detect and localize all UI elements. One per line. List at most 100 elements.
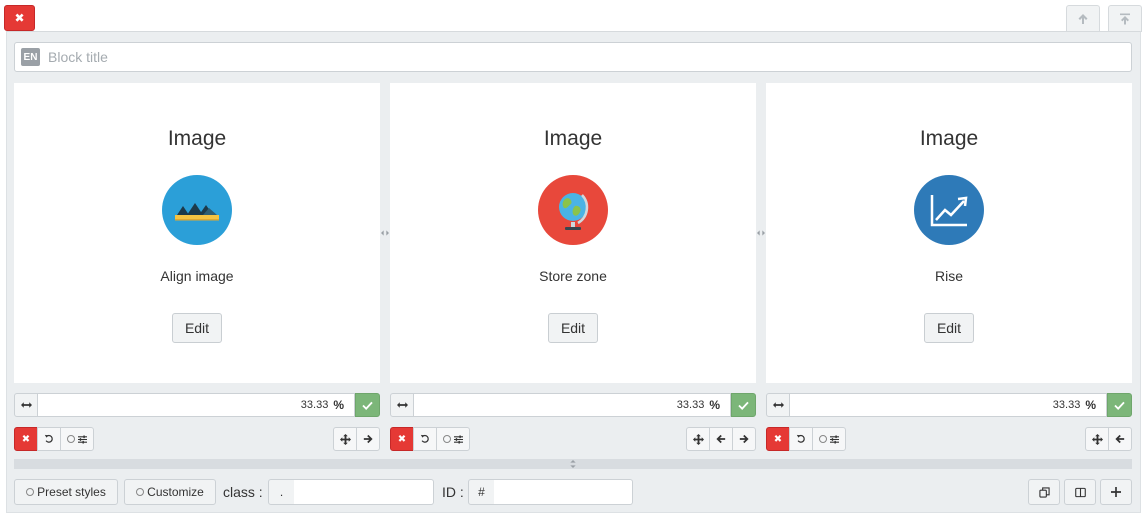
radio-icon — [443, 435, 451, 443]
radio-icon — [136, 488, 145, 496]
width-value: 33.33 — [1052, 399, 1081, 411]
radio-icon — [67, 435, 75, 443]
edit-button[interactable]: Edit — [924, 313, 974, 343]
column-actions-right — [686, 427, 756, 451]
move-arrows-icon — [1091, 433, 1103, 445]
radio-icon — [26, 488, 35, 496]
reset-column-button[interactable] — [413, 427, 437, 451]
edit-button[interactable]: Edit — [548, 313, 598, 343]
columns-icon — [1074, 487, 1086, 497]
column-title: Image — [919, 127, 979, 150]
column-3: Image Rise Edit — [766, 83, 1132, 383]
move-column-left-button[interactable] — [709, 427, 733, 451]
block-title-input[interactable] — [48, 49, 1048, 65]
row-resize-bar[interactable] — [14, 459, 1132, 469]
column-actions-right — [333, 427, 380, 451]
column-resize-handle[interactable] — [756, 228, 765, 238]
column-width-control: 33.33 % — [390, 393, 756, 417]
apply-width-button[interactable] — [355, 393, 380, 417]
arrow-to-top-icon — [1120, 13, 1130, 25]
columns-layout-button[interactable] — [1064, 479, 1096, 505]
delete-column-button[interactable]: ✖ — [766, 427, 790, 451]
move-column-button[interactable] — [333, 427, 357, 451]
sliders-icon — [78, 434, 87, 444]
column-label: Rise — [934, 268, 963, 284]
column-label: Align image — [160, 268, 234, 284]
arrow-right-icon — [739, 434, 749, 444]
undo-icon — [796, 434, 805, 443]
column-style-button[interactable] — [436, 427, 470, 451]
close-icon: ✖ — [21, 433, 31, 445]
width-handle[interactable] — [766, 393, 790, 417]
resize-arrows-icon — [756, 230, 765, 236]
add-column-button[interactable] — [1100, 479, 1132, 505]
column-actions-left: ✖ — [14, 427, 94, 451]
horizontal-resize-icon — [772, 402, 784, 408]
plus-icon — [1111, 487, 1121, 497]
column-width-input[interactable]: 33.33 % — [414, 393, 731, 417]
move-column-button[interactable] — [1085, 427, 1109, 451]
column-title: Image — [543, 127, 603, 150]
customize-label: Customize — [147, 485, 204, 499]
column-width-control: 33.33 % — [14, 393, 380, 417]
move-arrows-icon — [339, 433, 351, 445]
block-settings-bar: Preset styles Customize class : . ID : # — [14, 479, 1132, 505]
horizontal-resize-icon — [20, 402, 32, 408]
remove-block-button[interactable]: ✖ — [4, 5, 35, 31]
customize-button[interactable]: Customize — [124, 479, 216, 505]
apply-width-button[interactable] — [1107, 393, 1132, 417]
undo-icon — [44, 434, 53, 443]
width-value: 33.33 — [676, 399, 705, 411]
column-width-input[interactable]: 33.33 % — [790, 393, 1107, 417]
column-width-control: 33.33 % — [766, 393, 1132, 417]
apply-width-button[interactable] — [731, 393, 756, 417]
sliders-icon — [454, 434, 463, 444]
move-up-button[interactable] — [1066, 5, 1100, 32]
reset-column-button[interactable] — [789, 427, 813, 451]
column-controls: ✖ — [766, 427, 1132, 451]
column-actions-left: ✖ — [390, 427, 470, 451]
id-prefix: # — [468, 479, 495, 505]
move-column-right-button[interactable] — [356, 427, 380, 451]
delete-column-button[interactable]: ✖ — [390, 427, 414, 451]
column-label: Store zone — [539, 268, 607, 284]
id-input[interactable] — [494, 479, 633, 505]
preset-styles-label: Preset styles — [37, 485, 106, 499]
column-controls: ✖ — [14, 427, 380, 451]
column-actions-right — [1085, 427, 1132, 451]
class-label: class : — [223, 484, 263, 500]
duplicate-row-button[interactable] — [1028, 479, 1060, 505]
move-column-button[interactable] — [686, 427, 710, 451]
resize-arrows-icon — [380, 230, 389, 236]
language-badge[interactable]: EN — [21, 48, 40, 66]
undo-icon — [420, 434, 429, 443]
landscape-icon — [162, 175, 232, 245]
check-icon — [362, 401, 373, 410]
close-icon: ✖ — [397, 433, 407, 445]
reset-column-button[interactable] — [37, 427, 61, 451]
column-actions-left: ✖ — [766, 427, 846, 451]
move-column-left-button[interactable] — [1108, 427, 1132, 451]
vertical-resize-icon — [570, 460, 576, 468]
width-handle[interactable] — [390, 393, 414, 417]
column-style-button[interactable] — [60, 427, 94, 451]
column-style-button[interactable] — [812, 427, 846, 451]
block-title-field: EN — [14, 42, 1132, 72]
column-controls: ✖ — [390, 427, 756, 451]
arrow-up-icon — [1078, 14, 1088, 24]
column-resize-handle[interactable] — [380, 228, 389, 238]
move-to-top-button[interactable] — [1108, 5, 1142, 32]
close-icon: ✖ — [773, 433, 783, 445]
column-2: Image Store zone Edit — [390, 83, 756, 383]
arrow-right-icon — [363, 434, 373, 444]
column-width-input[interactable]: 33.33 % — [38, 393, 355, 417]
preset-styles-button[interactable]: Preset styles — [14, 479, 118, 505]
move-column-right-button[interactable] — [732, 427, 756, 451]
close-icon: ✖ — [14, 11, 25, 25]
globe-icon — [538, 175, 608, 245]
class-input[interactable] — [294, 479, 434, 505]
width-unit: % — [333, 398, 344, 412]
delete-column-button[interactable]: ✖ — [14, 427, 38, 451]
edit-button[interactable]: Edit — [172, 313, 222, 343]
width-handle[interactable] — [14, 393, 38, 417]
